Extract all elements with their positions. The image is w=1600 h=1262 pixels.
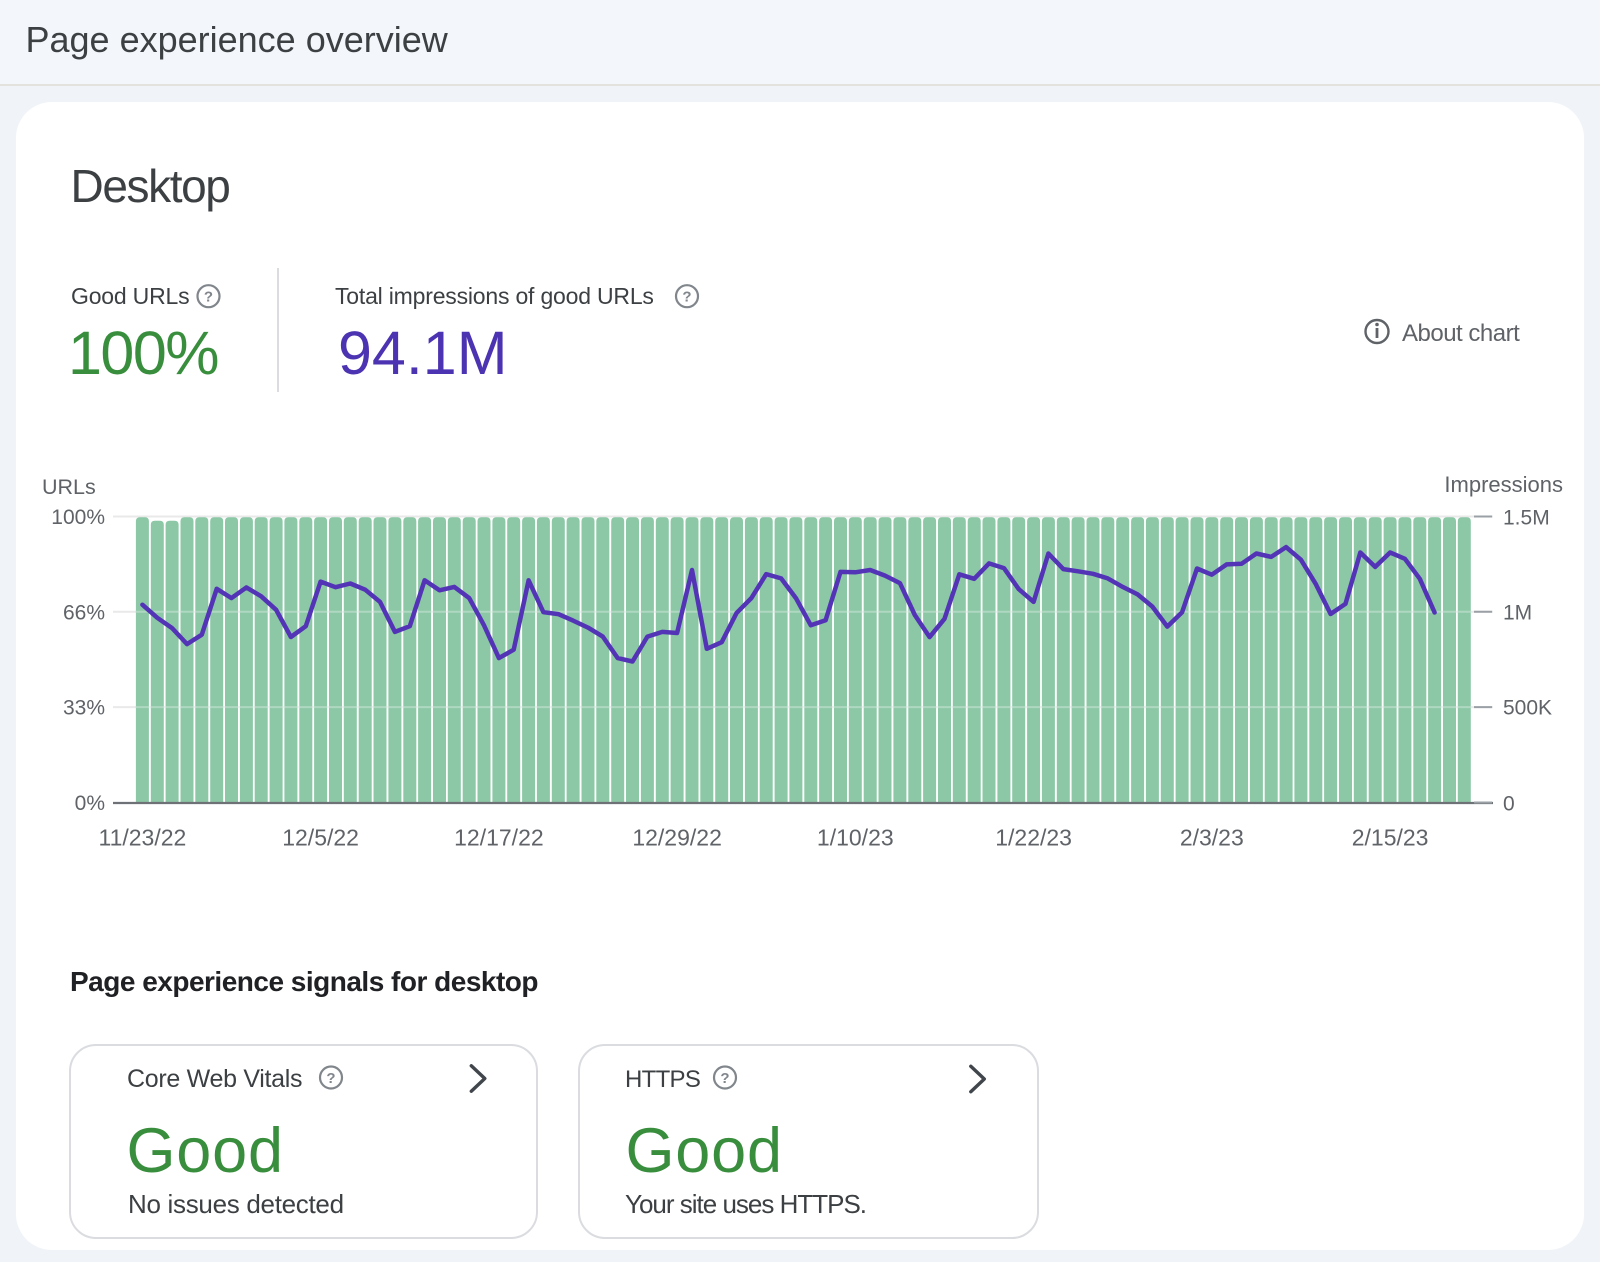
svg-text:No issues detected: No issues detected <box>128 1189 344 1219</box>
svg-text:0: 0 <box>1503 793 1515 816</box>
svg-text:500K: 500K <box>1503 697 1552 720</box>
svg-text:11/23/22: 11/23/22 <box>98 825 186 851</box>
svg-text:About chart: About chart <box>1402 320 1520 347</box>
svg-text:Good URLs: Good URLs <box>71 283 189 309</box>
svg-text:?: ? <box>720 1070 729 1087</box>
svg-text:1/22/23: 1/22/23 <box>995 825 1072 851</box>
svg-text:?: ? <box>682 289 691 306</box>
svg-text:12/17/22: 12/17/22 <box>454 825 544 851</box>
svg-text:2/3/23: 2/3/23 <box>1180 825 1244 851</box>
svg-text:Page experience overview: Page experience overview <box>26 19 449 60</box>
svg-text:Good: Good <box>127 1116 284 1186</box>
svg-text:100%: 100% <box>51 506 105 529</box>
svg-text:?: ? <box>326 1070 335 1087</box>
svg-text:1.5M: 1.5M <box>1503 507 1550 530</box>
svg-text:33%: 33% <box>63 697 105 720</box>
svg-text:0%: 0% <box>75 792 105 815</box>
svg-text:URLs: URLs <box>42 475 96 499</box>
svg-text:94.1M: 94.1M <box>338 319 508 387</box>
svg-text:12/5/22: 12/5/22 <box>282 825 359 851</box>
svg-text:HTTPS: HTTPS <box>625 1066 700 1093</box>
svg-text:66%: 66% <box>63 601 105 624</box>
svg-text:1M: 1M <box>1503 602 1532 625</box>
svg-text:?: ? <box>204 289 213 306</box>
svg-text:Desktop: Desktop <box>71 160 230 212</box>
svg-text:1/10/23: 1/10/23 <box>817 825 894 851</box>
svg-text:Total impressions of good URLs: Total impressions of good URLs <box>335 283 654 309</box>
svg-text:100%: 100% <box>68 319 218 387</box>
svg-text:Core Web Vitals: Core Web Vitals <box>127 1065 302 1093</box>
svg-text:Your site uses HTTPS.: Your site uses HTTPS. <box>625 1189 866 1219</box>
svg-text:Impressions: Impressions <box>1444 472 1563 497</box>
svg-text:Good: Good <box>626 1116 783 1186</box>
svg-text:12/29/22: 12/29/22 <box>632 825 722 851</box>
svg-text:Page experience signals for de: Page experience signals for desktop <box>70 966 538 997</box>
svg-text:2/15/23: 2/15/23 <box>1352 825 1429 851</box>
